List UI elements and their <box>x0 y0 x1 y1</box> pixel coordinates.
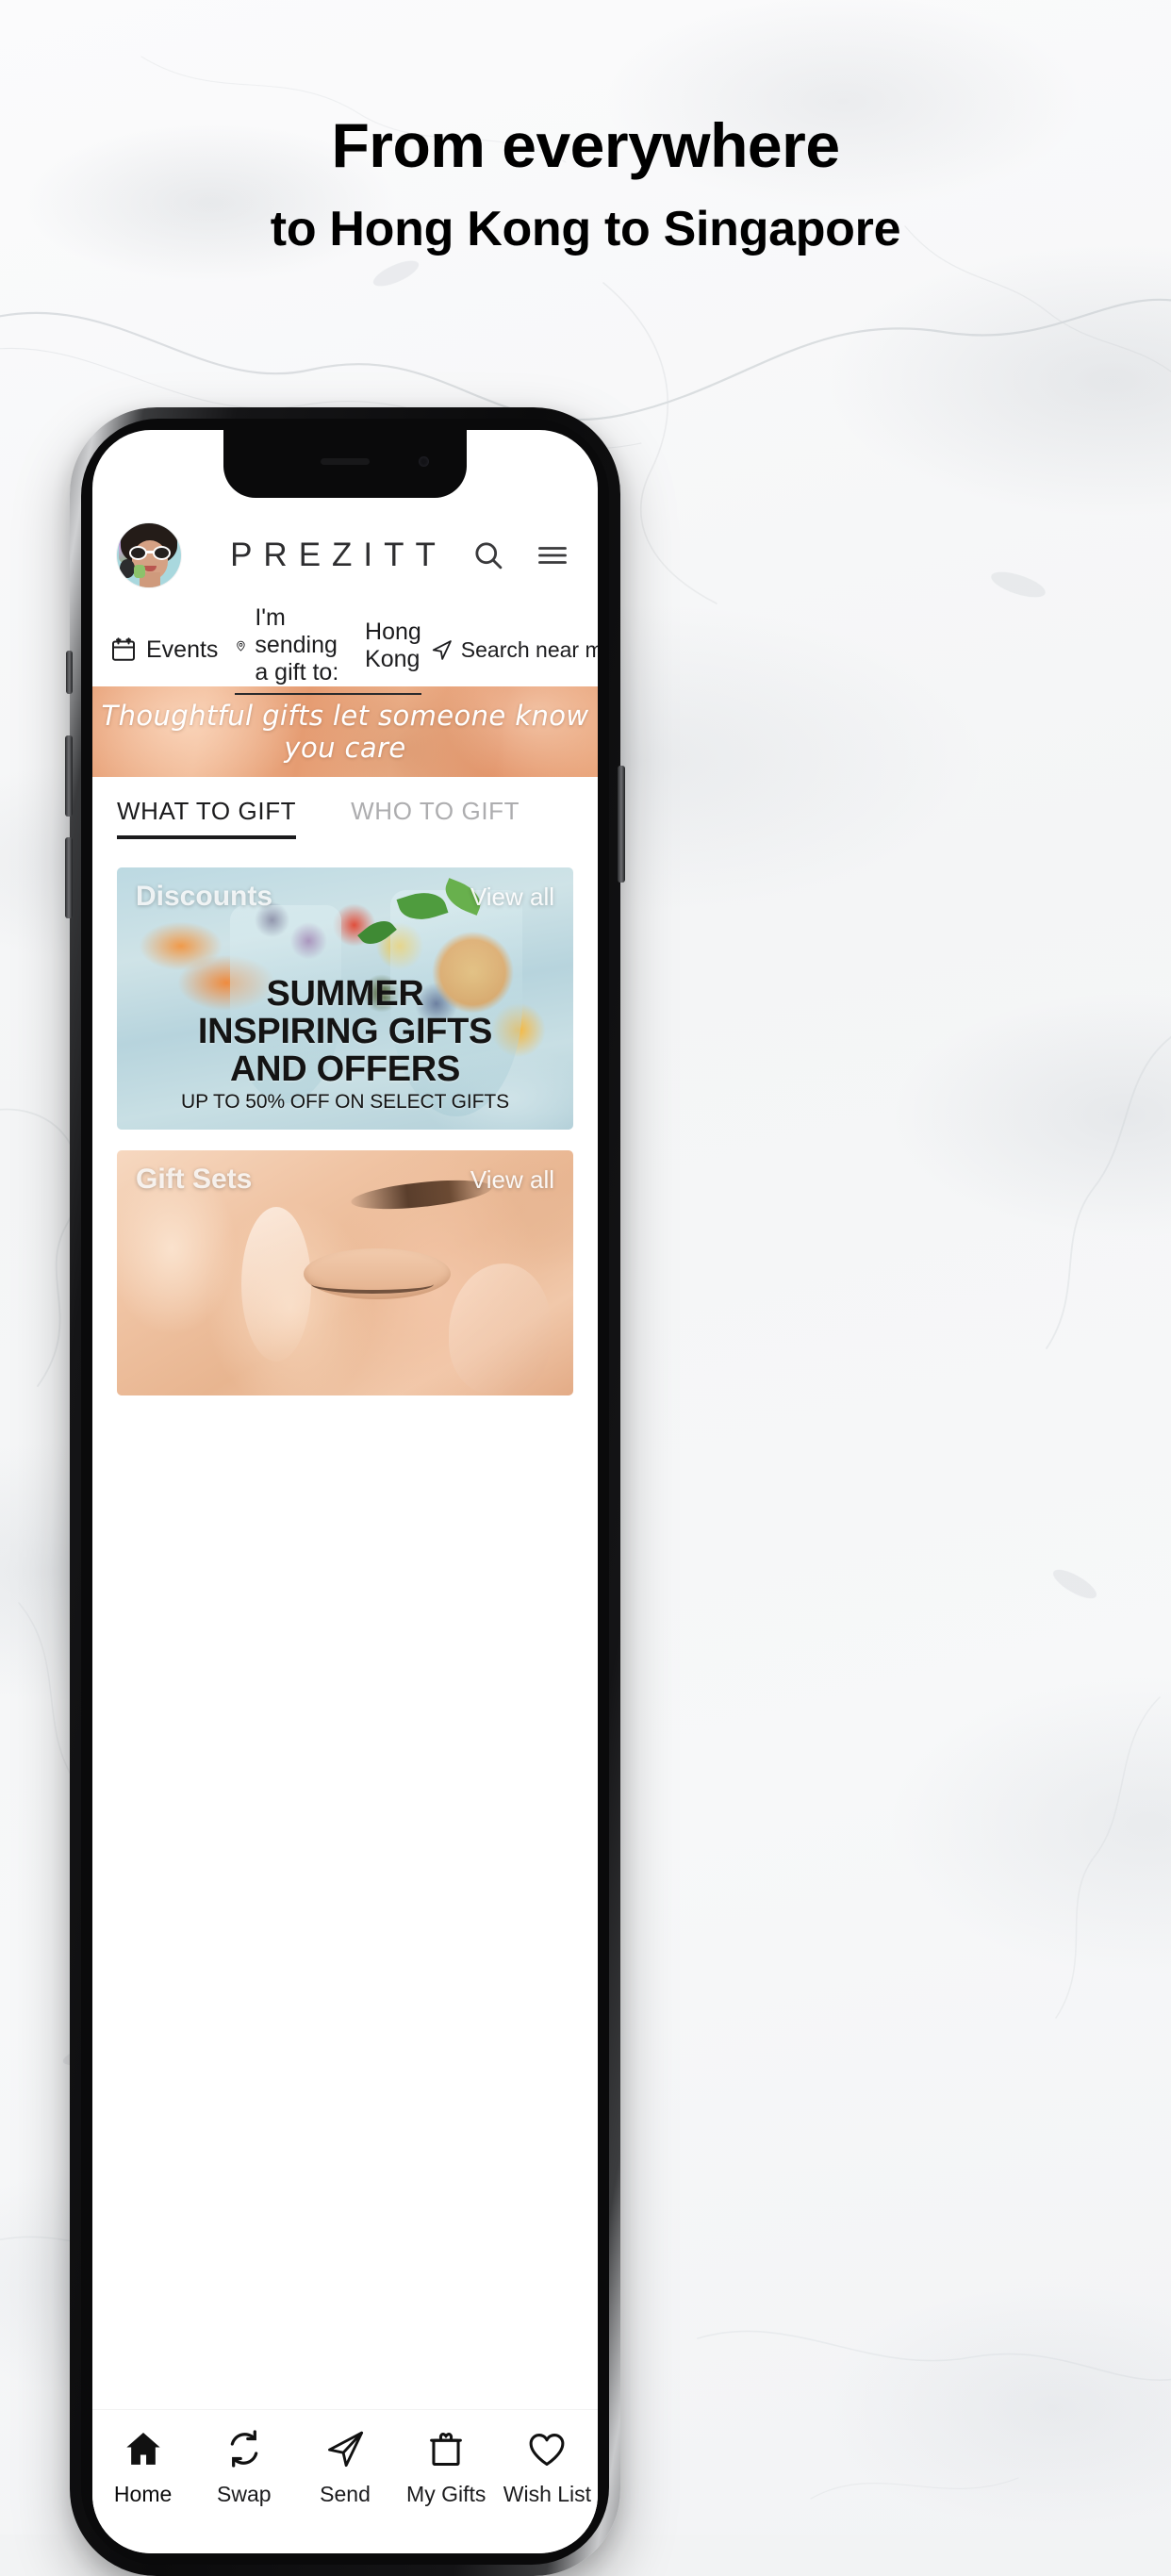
phone-volume-up-button <box>65 735 73 817</box>
search-icon[interactable] <box>471 538 505 572</box>
avatar-sunglasses <box>129 546 171 560</box>
destination-city: Hong Kong <box>365 618 421 672</box>
gift-sets-view-all-link[interactable]: View all <box>470 1165 554 1195</box>
avatar[interactable] <box>117 523 181 587</box>
phone-mute-switch <box>66 651 73 694</box>
nav-item-swap[interactable]: Swap <box>193 2427 294 2507</box>
discounts-view-all-link[interactable]: View all <box>470 883 554 912</box>
destination-selector[interactable]: I'm sending a gift to: Hong Kong <box>235 604 421 695</box>
nav-label-my-gifts: Send <box>320 2482 371 2506</box>
hamburger-menu-icon[interactable] <box>536 538 569 572</box>
phone-power-button <box>618 766 625 883</box>
location-pin-icon <box>237 640 246 652</box>
location-bar: Events I'm sending a gift to: Hong Kong … <box>92 604 598 695</box>
events-button[interactable]: Events <box>109 636 227 664</box>
caption-line-4: UP TO 50% OFF ON SELECT GIFTS <box>181 1091 509 1113</box>
search-near-me-button[interactable]: Search near me <box>429 637 598 663</box>
gift-sets-card-header: Gift Sets View all <box>117 1150 573 1209</box>
nav-label-send: My Gifts <box>406 2482 487 2506</box>
home-icon <box>125 2432 160 2465</box>
header-actions <box>471 538 573 572</box>
caption-line-2: INSPIRING GIFTS <box>197 1012 493 1051</box>
caption-line-1: SUMMER <box>266 974 424 1014</box>
navigation-arrow-icon <box>432 639 452 660</box>
headline-line-2: to Hong Kong to Singapore <box>270 202 901 256</box>
nav-item-send[interactable]: Send <box>294 2427 395 2507</box>
events-label: Events <box>146 636 219 663</box>
swap-icon <box>230 2430 258 2468</box>
earpiece-speaker <box>321 458 370 465</box>
avatar-bg-shape-3 <box>134 565 145 578</box>
paper-plane-icon <box>328 2431 364 2468</box>
promo-banner-text: Thoughtful gifts let someone know you ca… <box>101 700 589 764</box>
nav-item-wish-list[interactable]: Wish List <box>497 2427 598 2507</box>
category-tabs: WHAT TO GIFT WHO TO GIFT <box>92 777 598 858</box>
discounts-card-caption: SUMMER INSPIRING GIFTS AND OFFERS UP TO … <box>117 975 573 1116</box>
calendar-icon <box>112 637 136 661</box>
nav-label-wish-list: Wish List <box>503 2482 592 2506</box>
gift-box-icon <box>430 2433 463 2467</box>
caption-line-3: AND OFFERS <box>229 1049 460 1089</box>
bottom-navigation: Home Swap Send My Gifts Wish List <box>92 2410 598 2553</box>
nav-label-home: Home <box>113 2482 173 2506</box>
discounts-card[interactable]: Discounts View all SUMMER INSPIRING GIFT… <box>117 867 573 1130</box>
headline-line-1: From everywhere <box>331 110 840 180</box>
heart-icon <box>530 2434 565 2467</box>
nav-item-home[interactable]: Home <box>92 2427 193 2507</box>
search-near-me-label: Search near me <box>460 636 598 662</box>
gift-sets-card-title: Gift Sets <box>136 1164 253 1195</box>
nav-label-swap: Swap <box>217 2482 272 2506</box>
page-headline: From everywhere to Hong Kong to Singapor… <box>0 102 1171 266</box>
phone-notch <box>223 430 467 498</box>
tab-who-to-gift[interactable]: WHO TO GIFT <box>351 797 520 839</box>
phone-volume-down-button <box>65 837 73 918</box>
avatar-bg-shape-2 <box>120 559 135 578</box>
brand-logo: PREZITT <box>230 537 447 573</box>
discounts-card-title: Discounts <box>136 881 273 912</box>
promo-banner[interactable]: Thoughtful gifts let someone know you ca… <box>92 686 598 777</box>
app-header: PREZITT <box>92 498 598 613</box>
front-camera <box>419 456 429 467</box>
nav-item-my-gifts[interactable]: My Gifts <box>396 2427 497 2507</box>
gift-sets-card[interactable]: Gift Sets View all <box>117 1150 573 1395</box>
discounts-card-header: Discounts View all <box>117 867 573 926</box>
phone-mockup: PREZITT Events I'm sending a gift to: Ho… <box>65 407 625 2576</box>
phone-screen: PREZITT Events I'm sending a gift to: Ho… <box>92 430 598 2553</box>
destination-label: I'm sending a gift to: <box>255 604 339 685</box>
tab-what-to-gift[interactable]: WHAT TO GIFT <box>117 797 297 839</box>
